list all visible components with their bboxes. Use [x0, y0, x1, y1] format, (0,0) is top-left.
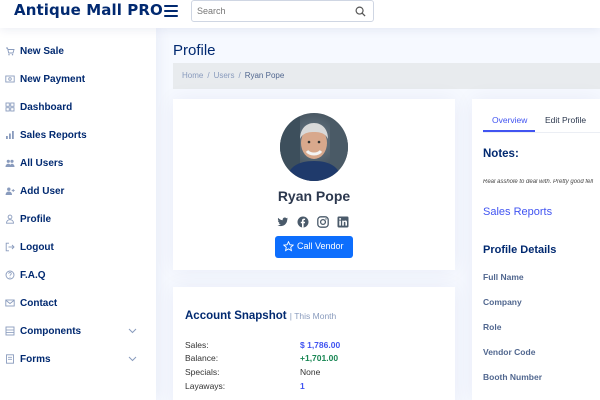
top-header: Antique Mall PRO: [0, 0, 600, 28]
chevron-down-icon[interactable]: [128, 328, 137, 334]
sidebar-item-components[interactable]: Components: [0, 321, 156, 343]
sales-reports-link[interactable]: Sales Reports: [483, 206, 552, 218]
call-vendor-button[interactable]: Call Vendor: [275, 236, 353, 258]
sidebar-item-all-users[interactable]: All Users: [0, 153, 156, 175]
envelope-icon: [5, 299, 15, 307]
sidebar-item-sales-reports[interactable]: Sales Reports: [0, 125, 156, 147]
sidebar-item-forms[interactable]: Forms: [0, 349, 156, 371]
tab-edit-profile[interactable]: Edit Profile: [545, 115, 586, 125]
sidebar-item-label: Contact: [20, 298, 58, 309]
grid-icon: [5, 102, 15, 112]
sidebar-item-add-user[interactable]: Add User: [0, 181, 156, 203]
snapshot-title: Account Snapshot | This Month: [185, 310, 337, 322]
box-arrow-icon: [5, 242, 15, 252]
cart-plus-icon: [6, 47, 15, 56]
snapshot-row-layaways: Layaways: 1: [185, 381, 435, 394]
bar-chart-icon: [6, 131, 14, 139]
snapshot-value: $ 1,786.00: [300, 340, 341, 350]
twitter-icon[interactable]: [277, 216, 289, 228]
breadcrumb-home[interactable]: Home: [182, 71, 203, 80]
search-input[interactable]: [197, 6, 347, 16]
breadcrumb: Home / Users / Ryan Pope: [182, 71, 285, 80]
snapshot-value: +1,701.00: [300, 353, 339, 363]
sidebar-item-label: Profile: [20, 214, 52, 225]
sidebar-item-label: New Payment: [20, 74, 86, 85]
sidebar-item-contact[interactable]: Contact: [0, 293, 156, 315]
breadcrumb-bar: Home / Users / Ryan Pope: [173, 63, 600, 89]
snapshot-label: Specials:: [185, 367, 220, 377]
sidebar-item-new-sale[interactable]: New Sale: [0, 41, 156, 63]
sidebar-item-label: Sales Reports: [20, 130, 87, 141]
sidebar-item-profile[interactable]: Profile: [0, 209, 156, 231]
facebook-icon[interactable]: [297, 216, 309, 228]
field-label-vendor-code: Vendor Code: [483, 347, 536, 357]
profile-name: Ryan Pope: [277, 188, 351, 204]
sidebar-item-label: Logout: [20, 242, 54, 253]
sidebar-item-dashboard[interactable]: Dashboard: [0, 97, 156, 119]
form-icon: [6, 354, 14, 364]
snapshot-row-sales: Sales: $ 1,786.00: [185, 340, 435, 353]
social-links: [277, 216, 353, 230]
question-circle-icon: [5, 270, 15, 280]
person-icon: [6, 214, 14, 224]
linkedin-icon[interactable]: [337, 216, 349, 228]
sidebar-item-label: New Sale: [20, 46, 64, 57]
snapshot-subtitle: | This Month: [289, 311, 337, 321]
sidebar-item-label: Forms: [20, 354, 51, 365]
breadcrumb-users[interactable]: Users: [214, 71, 235, 80]
tab-divider: [483, 132, 600, 133]
field-label-full-name: Full Name: [483, 272, 524, 282]
sidebar-item-label: F.A.Q: [20, 270, 46, 281]
star-icon: [283, 241, 294, 252]
profile-details-title: Profile Details: [483, 244, 557, 256]
cash-icon: [5, 75, 15, 83]
snapshot-label: Balance:: [185, 353, 219, 363]
sidebar-item-logout[interactable]: Logout: [0, 237, 156, 259]
snapshot-row-balance: Balance: +1,701.00: [185, 353, 435, 366]
snapshot-value: 1: [300, 381, 305, 391]
sidebar-item-label: Dashboard: [20, 102, 73, 113]
snapshot-label: Sales:: [185, 340, 209, 350]
instagram-icon[interactable]: [317, 216, 329, 228]
page-title: Profile: [173, 42, 216, 59]
sidebar: New Sale New Payment Dashboard Sales Rep…: [0, 28, 156, 400]
profile-card: Ryan Pope Call Vendor: [173, 99, 455, 270]
notes-title: Notes:: [483, 148, 519, 160]
chevron-down-icon[interactable]: [128, 356, 137, 362]
account-snapshot-card: Account Snapshot | This Month Sales: $ 1…: [173, 287, 455, 400]
tab-overview[interactable]: Overview: [492, 115, 527, 125]
snapshot-value: None: [300, 367, 321, 377]
person-plus-icon: [5, 187, 15, 195]
search-bar: [191, 0, 374, 22]
sidebar-item-label: All Users: [20, 158, 64, 169]
menu-icon: [5, 326, 15, 336]
profile-details-card: Overview Edit Profile Notes: Real asshol…: [472, 99, 600, 400]
sidebar-item-label: Components: [20, 326, 82, 337]
people-icon: [5, 159, 15, 167]
sidebar-item-label: Add User: [20, 186, 65, 197]
snapshot-row-specials: Specials: None: [185, 367, 435, 380]
field-label-booth-number: Booth Number: [483, 372, 543, 382]
search-icon[interactable]: [355, 6, 366, 17]
profile-tabs: Overview Edit Profile: [483, 108, 600, 132]
field-label-role: Role: [483, 322, 502, 332]
snapshot-label: Layaways:: [185, 381, 226, 391]
field-label-company: Company: [483, 297, 522, 307]
hamburger-menu-icon[interactable]: [164, 5, 178, 17]
avatar: [280, 113, 348, 181]
app-logo[interactable]: Antique Mall PRO: [14, 1, 163, 19]
sidebar-item-faq[interactable]: F.A.Q: [0, 265, 156, 287]
breadcrumb-current: Ryan Pope: [244, 71, 285, 80]
sidebar-item-new-payment[interactable]: New Payment: [0, 69, 156, 91]
notes-text: Real asshole to deal with. Pretty good f…: [483, 179, 594, 185]
